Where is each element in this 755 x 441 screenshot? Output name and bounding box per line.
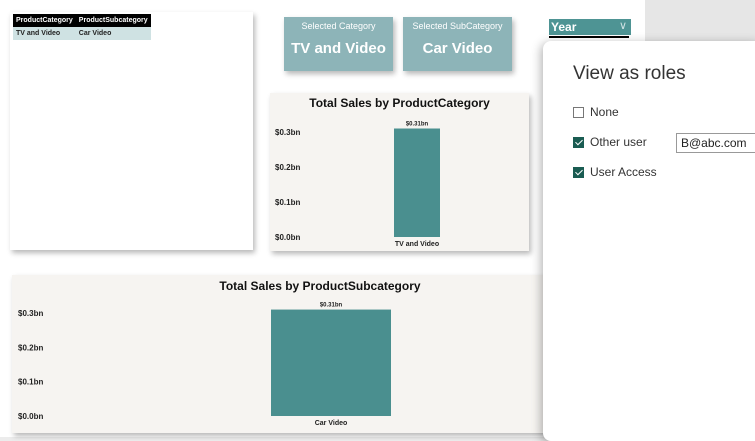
other-user-input[interactable]: B@abc.com	[676, 133, 755, 153]
card-label: Selected SubCategory	[412, 21, 503, 31]
checkbox[interactable]	[573, 166, 584, 178]
x-tick-label: TV and Video	[395, 241, 439, 248]
role-option-none[interactable]: None	[573, 105, 619, 119]
bar	[394, 128, 440, 237]
card-value: Car Video	[422, 40, 493, 57]
data-label: $0.31bn	[406, 122, 429, 128]
table-row[interactable]: TV and Video Car Video	[13, 27, 151, 40]
role-option-other-user[interactable]: Other user	[573, 135, 647, 149]
y-tick-label: $0.2bn	[275, 163, 300, 172]
bar	[271, 309, 391, 416]
bar-chart-svg: $0.0bn $0.1bn $0.2bn $0.3bn $0.31bn Car Video	[18, 303, 391, 427]
y-tick-label: $0.1bn	[18, 378, 43, 387]
role-label: None	[590, 105, 619, 119]
card-label: Selected Category	[301, 21, 376, 31]
card-value: TV and Video	[291, 40, 386, 57]
chevron-down-icon[interactable]: ∨	[619, 19, 627, 32]
role-option-user-access[interactable]: User Access	[573, 165, 657, 179]
checkbox[interactable]	[573, 136, 584, 148]
selected-category-card[interactable]: Selected Category TV and Video	[284, 17, 393, 71]
slicer-underline	[549, 36, 629, 38]
view-as-roles-panel: View as roles None Other user B@abc.com …	[543, 41, 755, 441]
category-sales-chart[interactable]: Total Sales by ProductCategory $0.0bn $0.…	[270, 93, 529, 251]
y-tick-label: $0.0bn	[275, 233, 300, 242]
selected-subcategory-card[interactable]: Selected SubCategory Car Video	[403, 17, 512, 71]
data-label: $0.31bn	[320, 303, 343, 309]
bar-chart-svg: $0.0bn $0.1bn $0.2bn $0.3bn $0.31bn TV and Vi…	[275, 122, 440, 248]
column-header-productcategory[interactable]: ProductCategory	[13, 14, 76, 27]
table-visual[interactable]: ProductCategory ProductSubcategory TV an…	[10, 12, 253, 250]
role-label: Other user	[590, 135, 647, 149]
subcategory-sales-chart[interactable]: Total Sales by ProductSubcategory $0.0bn…	[12, 275, 628, 433]
y-tick-label: $0.0bn	[18, 412, 43, 421]
y-tick-label: $0.3bn	[275, 128, 300, 137]
year-slicer[interactable]: Year ∨	[549, 19, 631, 38]
role-label: User Access	[590, 165, 657, 179]
y-tick-label: $0.2bn	[18, 343, 43, 352]
x-tick-label: Car Video	[315, 420, 348, 427]
y-tick-label: $0.3bn	[18, 309, 43, 318]
column-header-productsubcategory[interactable]: ProductSubcategory	[75, 14, 151, 27]
y-tick-label: $0.1bn	[275, 198, 300, 207]
table-cell-subcategory: Car Video	[75, 27, 151, 40]
table-cell-category: TV and Video	[13, 27, 76, 40]
data-table: ProductCategory ProductSubcategory TV an…	[13, 14, 151, 40]
checkbox[interactable]	[573, 106, 584, 118]
panel-title: View as roles	[573, 63, 686, 84]
